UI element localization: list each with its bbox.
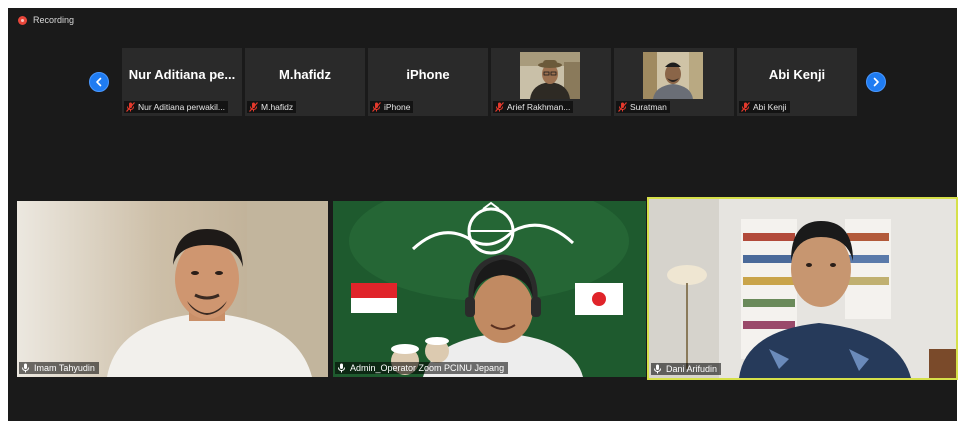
participant-video xyxy=(649,199,956,378)
chevron-right-icon xyxy=(873,77,879,87)
recording-indicator[interactable]: Recording xyxy=(18,15,74,25)
participant-video xyxy=(643,52,703,99)
participant-tile[interactable]: M.hafidz M.hafidz xyxy=(245,48,365,116)
participant-label: Suratman xyxy=(616,101,670,113)
participant-label: Arief Rakhman... xyxy=(493,101,574,113)
next-page-button[interactable] xyxy=(866,72,886,92)
participant-label: Nur Aditiana perwakil... xyxy=(124,101,228,113)
participant-video xyxy=(17,201,328,377)
participant-label: Dani Arifudin xyxy=(651,363,722,375)
participant-name: Nur Aditiana pe... xyxy=(128,67,236,82)
participant-video-tile[interactable]: Admin_Operator Zoom PCINU Jepang xyxy=(333,201,646,377)
participant-name: iPhone xyxy=(406,67,450,82)
participant-tile[interactable]: Suratman xyxy=(614,48,734,116)
participant-name: Abi Kenji xyxy=(768,67,826,82)
mic-icon xyxy=(22,363,29,373)
participant-label: iPhone xyxy=(370,101,414,113)
mic-muted-icon xyxy=(249,102,258,112)
participant-label: M.hafidz xyxy=(247,101,297,113)
meeting-window: Recording Nur Aditiana pe... Nur Aditian… xyxy=(8,8,958,421)
participant-video-tile[interactable]: Imam Tahyudin xyxy=(17,201,328,377)
participant-video-tile[interactable]: Dani Arifudin xyxy=(647,197,958,380)
recording-label: Recording xyxy=(33,15,75,25)
mic-muted-icon xyxy=(495,102,504,112)
participant-tile[interactable]: iPhone iPhone xyxy=(368,48,488,116)
chevron-left-icon xyxy=(96,77,102,87)
participant-label: Admin_Operator Zoom PCINU Jepang xyxy=(335,362,509,374)
mic-muted-icon xyxy=(372,102,381,112)
participant-video xyxy=(333,201,646,377)
mic-icon xyxy=(338,363,345,373)
participant-label: Abi Kenji xyxy=(739,101,790,113)
previous-page-button[interactable] xyxy=(89,72,109,92)
participant-name: M.hafidz xyxy=(279,67,331,82)
participant-tile[interactable]: Arief Rakhman... xyxy=(491,48,611,116)
participant-video xyxy=(520,52,580,99)
participant-tile[interactable]: Nur Aditiana pe... Nur Aditiana perwakil… xyxy=(122,48,242,116)
participant-label: Imam Tahyudin xyxy=(19,362,99,374)
mic-muted-icon xyxy=(618,102,627,112)
mic-muted-icon xyxy=(741,102,750,112)
participant-tile[interactable]: Abi Kenji Abi Kenji xyxy=(737,48,857,116)
mic-muted-icon xyxy=(126,102,135,112)
mic-icon xyxy=(654,364,661,374)
recording-icon xyxy=(18,15,27,25)
